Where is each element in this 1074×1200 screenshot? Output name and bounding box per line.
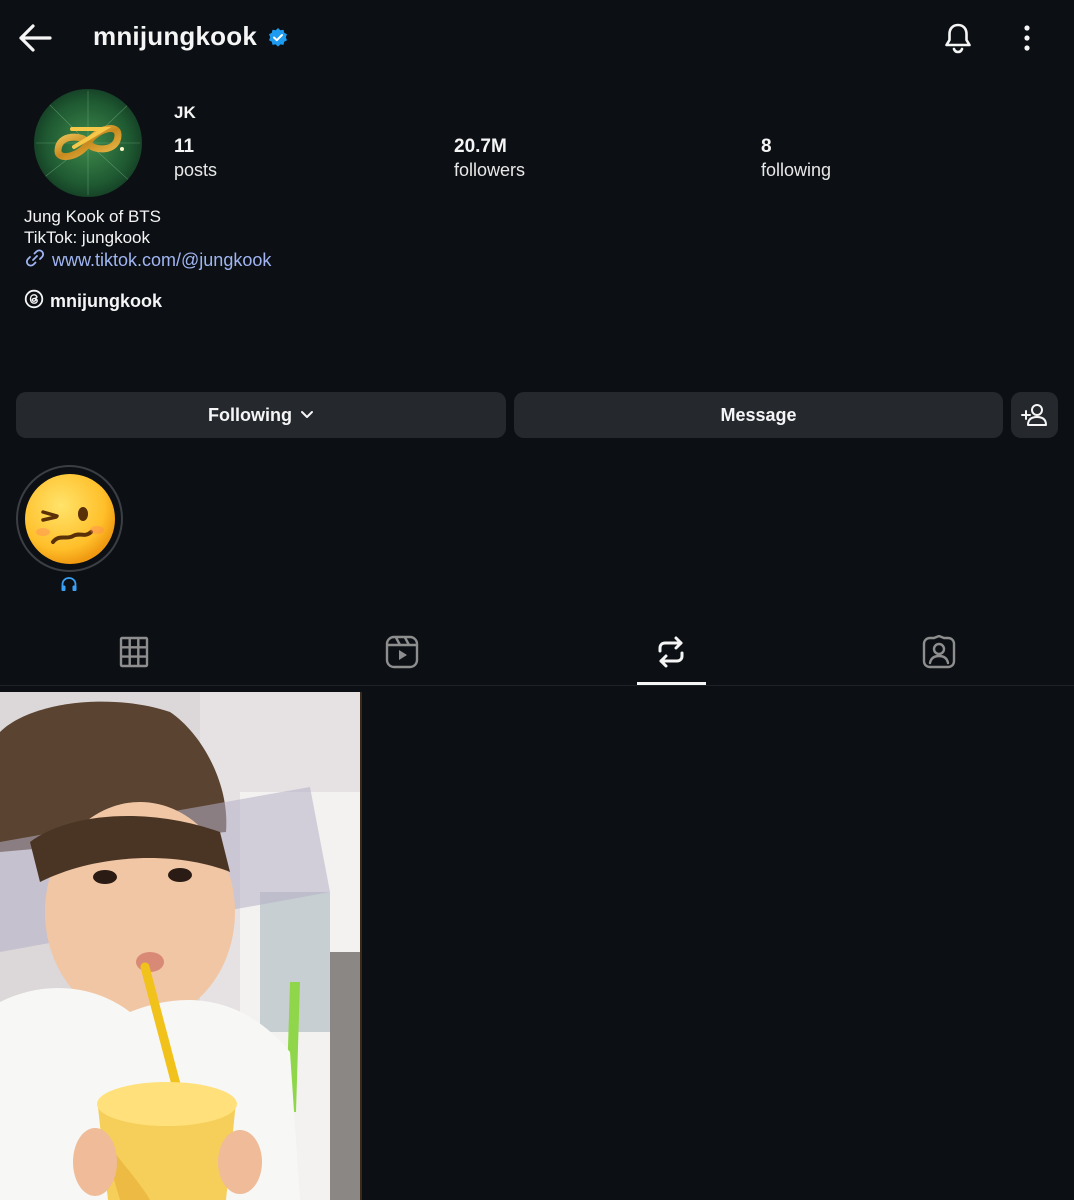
headphones-icon [60, 576, 78, 592]
add-person-icon [1020, 402, 1049, 428]
bio-link[interactable]: www.tiktok.com/@jungkook [24, 248, 271, 272]
reposts-icon [658, 636, 684, 668]
notification-bell-icon[interactable] [940, 20, 976, 56]
woozy-face-icon [24, 473, 115, 564]
followers-label: followers [454, 160, 526, 180]
threads-badge[interactable]: mnijungkook [24, 289, 162, 313]
top-bar: mnijungkook [0, 0, 1074, 78]
tab-reposts[interactable] [537, 618, 805, 686]
threads-handle: mnijungkook [50, 290, 162, 311]
verified-badge-icon [267, 27, 289, 49]
bio-link-text: www.tiktok.com/@jungkook [52, 249, 272, 270]
tagged-icon [922, 635, 956, 669]
link-icon [24, 247, 46, 274]
posts-count: 11 [174, 136, 195, 157]
chevron-down-icon [300, 410, 314, 420]
grid-divider [360, 692, 362, 1200]
message-button[interactable]: Message [514, 392, 1003, 438]
more-options-icon[interactable] [1015, 22, 1039, 54]
tab-tagged[interactable] [805, 618, 1073, 686]
following-button[interactable]: Following [16, 392, 506, 438]
following-button-label: Following [208, 404, 292, 425]
repost-thumbnail[interactable] [0, 692, 361, 1200]
post-image [0, 692, 361, 1200]
suggest-people-button[interactable] [1011, 392, 1058, 438]
active-tab-indicator [637, 682, 706, 685]
tab-posts[interactable] [0, 618, 268, 686]
following-stat[interactable]: 8 following [761, 136, 831, 182]
display-name: JK [174, 103, 196, 122]
threads-icon [24, 289, 44, 314]
posts-stat[interactable]: 11 posts [174, 136, 217, 182]
back-arrow-icon[interactable] [16, 20, 54, 56]
story-highlight[interactable] [16, 465, 123, 572]
profile-avatar[interactable] [34, 89, 142, 197]
profile-tabs [0, 618, 1074, 686]
following-count: 8 [761, 136, 772, 157]
reels-icon [385, 635, 419, 669]
followers-count: 20.7M [454, 136, 507, 157]
bio: Jung Kook of BTS TikTok: jungkook [24, 206, 161, 248]
bio-line: TikTok: jungkook [24, 228, 150, 247]
following-label: following [761, 160, 832, 180]
bio-line: Jung Kook of BTS [24, 207, 162, 226]
tab-reels[interactable] [268, 618, 536, 686]
message-button-label: Message [720, 404, 797, 425]
profile-page: mnijungkook JK 11 posts 20.7M followers … [0, 0, 1074, 1200]
posts-label: posts [174, 160, 218, 180]
grid-icon [119, 636, 149, 668]
followers-stat[interactable]: 20.7M followers [454, 136, 525, 182]
profile-username: mnijungkook [93, 21, 257, 51]
